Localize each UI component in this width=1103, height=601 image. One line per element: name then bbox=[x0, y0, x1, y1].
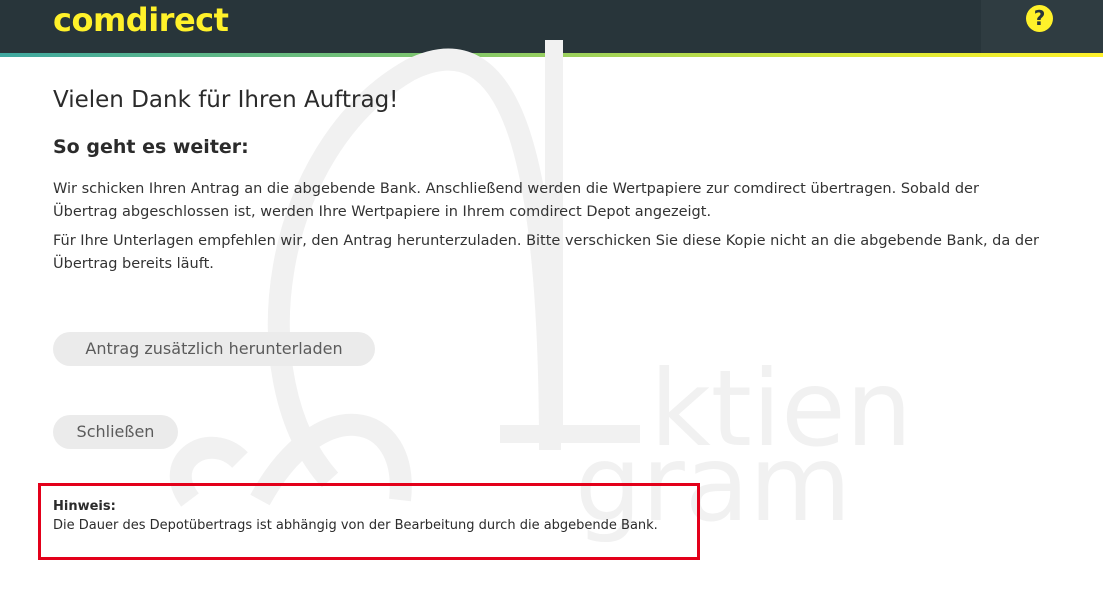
top-header: comdirect ? bbox=[0, 0, 1103, 53]
info-paragraph-download: Für Ihre Unterlagen empfehlen wir, den A… bbox=[53, 233, 1039, 272]
watermark-text-line-1: ktien bbox=[650, 348, 912, 470]
header-accent-bar bbox=[0, 53, 1103, 57]
section-subtitle: So geht es weiter: bbox=[53, 136, 249, 158]
page-title: Vielen Dank für Ihren Auftrag! bbox=[53, 87, 399, 113]
notice-text: Die Dauer des Depotübertrags ist abhängi… bbox=[53, 518, 658, 533]
notice-box: Hinweis: Die Dauer des Depotübertrags is… bbox=[38, 483, 700, 560]
confirmation-content: Vielen Dank für Ihren Auftrag! So geht e… bbox=[53, 80, 1053, 276]
comdirect-logo[interactable]: comdirect bbox=[53, 0, 229, 40]
notice-title: Hinweis: bbox=[53, 499, 116, 514]
download-application-button[interactable]: Antrag zusätzlich herunterladen bbox=[53, 332, 375, 366]
question-circle-icon[interactable]: ? bbox=[1026, 5, 1053, 32]
help-area: ? bbox=[981, 0, 1103, 53]
info-paragraph-transfer: Wir schicken Ihren Antrag an die abgeben… bbox=[53, 181, 979, 220]
close-button[interactable]: Schließen bbox=[53, 415, 178, 449]
